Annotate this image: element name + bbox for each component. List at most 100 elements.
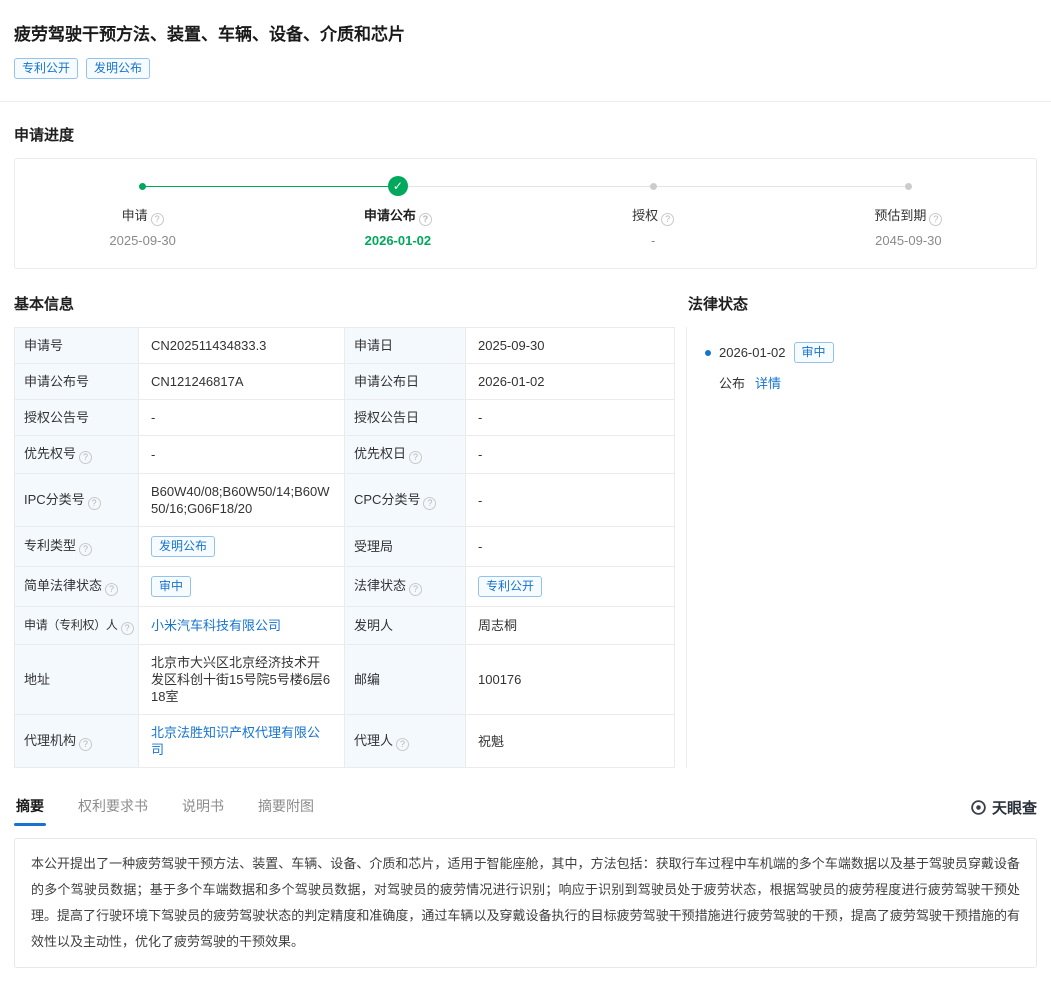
status-badge: 审中 [794,342,834,363]
help-icon[interactable] [409,583,422,596]
field-value-cell: - [466,474,675,527]
step-date: 2045-09-30 [781,233,1036,248]
main-content: 申请进度 申请 2025-09-30 ✓ 申请公布 2026-01-02 [0,124,1051,982]
field-label: 申请日 [354,338,393,353]
field-label-cell: 邮编 [345,645,466,715]
table-row: 地址北京市大兴区北京经济技术开发区科创十街15号院5号楼6层618室邮编1001… [15,645,675,715]
legal-status-date: 2026-01-02 [719,345,786,360]
field-label-cell: 地址 [15,645,139,715]
progress-step-grant: 授权 - [526,176,781,248]
field-label: 发明人 [354,618,393,633]
field-label-cell: IPC分类号 [15,474,139,527]
info-columns: 基本信息 申请号CN202511434833.3申请日2025-09-30申请公… [14,293,1037,768]
field-value-cell: 100176 [466,645,675,715]
field-label: 代理人 [354,733,393,748]
field-label-cell: 代理人 [345,715,466,768]
field-label-cell: 申请号 [15,328,139,364]
field-label: 申请公布号 [24,374,89,389]
help-icon[interactable] [79,543,92,556]
field-label-cell: 专利类型 [15,527,139,567]
field-label: 优先权号 [24,446,76,461]
step-dot-pending-icon [905,183,912,190]
field-value-cell: 审中 [139,567,345,607]
table-row: 代理机构北京法胜知识产权代理有限公司代理人祝魁 [15,715,675,768]
field-label: IPC分类号 [24,492,85,507]
step-label: 预估到期 [874,208,926,223]
basic-info-table: 申请号CN202511434833.3申请日2025-09-30申请公布号CN1… [14,327,675,768]
tab-description[interactable]: 说明书 [180,792,226,826]
table-row: 专利类型发明公布受理局- [15,527,675,567]
tab-abstract-figure[interactable]: 摘要附图 [256,792,316,826]
field-value-cell: 小米汽车科技有限公司 [139,607,345,645]
tag-patent-public: 专利公开 [14,58,78,79]
status-badge: 发明公布 [151,536,215,557]
help-icon[interactable] [79,451,92,464]
step-dot-done-icon [139,183,146,190]
tab-claims[interactable]: 权利要求书 [76,792,150,826]
help-icon[interactable] [151,213,164,226]
field-value-cell: 北京法胜知识产权代理有限公司 [139,715,345,768]
field-label-cell: 代理机构 [15,715,139,768]
help-icon[interactable] [88,497,101,510]
table-row: 授权公告号-授权公告日- [15,400,675,436]
step-label: 申请 [122,208,148,223]
table-row: 申请公布号 CN121246817A申请公布日2026-01-02 [15,364,675,400]
status-badge: 审中 [151,576,191,597]
field-value-cell: 2025-09-30 [466,328,675,364]
help-icon[interactable] [929,213,942,226]
field-label-cell: 申请日 [345,328,466,364]
field-label-cell: CPC分类号 [345,474,466,527]
brand-name: 天眼查 [992,797,1037,818]
help-icon[interactable] [79,738,92,751]
progress-steps: 申请 2025-09-30 ✓ 申请公布 2026-01-02 授权 - [15,176,1036,248]
step-date: - [526,233,781,248]
table-row: 申请（专利权）人 小米汽车科技有限公司 发明人 周志桐 [15,607,675,645]
field-label: 简单法律状态 [24,578,102,593]
field-value-cell: - [466,400,675,436]
section-title-progress: 申请进度 [14,124,1037,145]
field-label-cell: 授权公告号 [15,400,139,436]
help-icon[interactable] [409,451,422,464]
help-icon[interactable] [423,497,436,510]
field-label-cell: 申请公布号 [15,364,139,400]
help-icon[interactable] [105,583,118,596]
field-label: 专利类型 [24,538,76,553]
table-row: 优先权号-优先权日- [15,436,675,474]
entity-link[interactable]: 小米汽车科技有限公司 [151,618,281,633]
field-label-cell: 优先权日 [345,436,466,474]
field-label: 授权公告号 [24,410,89,425]
field-label: CPC分类号 [354,492,420,507]
field-label-cell: 发明人 [345,607,466,645]
field-label: 申请号 [24,338,63,353]
field-label-cell: 申请公布日 [345,364,466,400]
help-icon[interactable] [396,738,409,751]
tab-abstract[interactable]: 摘要 [14,792,46,826]
bullet-icon [705,350,711,356]
help-icon[interactable] [121,622,134,635]
field-value-cell: B60W40/08;B60W50/14;B60W50/16;G06F18/20 [139,474,345,527]
field-value-cell: CN121246817A [139,364,345,400]
help-icon[interactable] [419,213,432,226]
legal-detail-link[interactable]: 详情 [755,373,781,392]
step-date: 2025-09-30 [15,233,270,248]
field-label: 申请（专利权）人 [24,618,118,632]
field-value-cell: 发明公布 [139,527,345,567]
table-row: 申请号CN202511434833.3申请日2025-09-30 [15,328,675,364]
field-label: 邮编 [354,672,380,687]
field-value-cell: 周志桐 [466,607,675,645]
step-label: 授权 [632,208,658,223]
application-progress-timeline: 申请 2025-09-30 ✓ 申请公布 2026-01-02 授权 - [14,158,1037,269]
field-value-cell: 2026-01-02 [466,364,675,400]
field-label-cell: 申请（专利权）人 [15,607,139,645]
entity-link[interactable]: 北京法胜知识产权代理有限公司 [151,725,320,757]
help-icon[interactable] [661,213,674,226]
basic-info-panel: 基本信息 申请号CN202511434833.3申请日2025-09-30申请公… [14,293,674,768]
page-title: 疲劳驾驶干预方法、装置、车辆、设备、介质和芯片 [14,20,1037,45]
section-title-legal-status: 法律状态 [686,293,1037,314]
check-circle-icon: ✓ [388,176,408,196]
field-label: 优先权日 [354,446,406,461]
field-value-cell: - [139,436,345,474]
progress-step-application: 申请 2025-09-30 [15,176,270,248]
header-divider [0,101,1051,102]
legal-status-panel: 法律状态 2026-01-02 审中 公布 详情 [674,293,1037,768]
